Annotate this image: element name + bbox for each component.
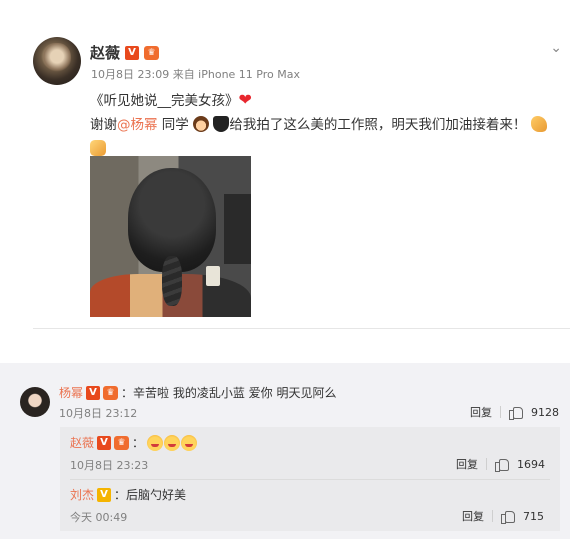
comment-text: ：辛苦啦 我的凌乱小蓝 爱你 明天见阿么 (121, 386, 337, 400)
action-separator (486, 458, 487, 470)
girl-emoji-icon (193, 116, 210, 132)
kiss-face-emoji-icon (164, 434, 181, 451)
comment-user[interactable]: 杨幂 (59, 384, 83, 401)
comment-line: 杨幂 V ♛ ：辛苦啦 我的凌乱小蓝 爱你 明天见阿么 (59, 384, 336, 401)
photo-braid (162, 256, 182, 306)
photo-cup (206, 266, 220, 286)
kiss-face-emoji-icon (147, 434, 164, 451)
graduation-cap-emoji-icon (213, 116, 230, 132)
post-body-text: 给我拍了这么美的工作照，明天我们加油接着来！ (229, 117, 527, 133)
weibo-post: 赵薇 V ♛ ⌄ 10月8日 23:09 来自 iPhone 11 Pro Ma… (0, 0, 570, 330)
kiss-face-emoji-icon (181, 434, 198, 451)
author-name[interactable]: 赵薇 (90, 42, 120, 63)
like-icon[interactable] (501, 510, 515, 524)
flexed-arm-emoji-icon (530, 116, 547, 132)
reply-button[interactable]: 回复 (456, 456, 478, 472)
like-count: 1694 (517, 457, 545, 471)
reply-line: 赵薇 V ♛ ： (70, 434, 198, 451)
verified-badge-icon: V (97, 487, 112, 502)
author-row: 赵薇 V ♛ (90, 42, 160, 63)
reply-line: 刘杰 V ：后脑勺好美 (70, 486, 186, 503)
reply-user[interactable]: 赵薇 (70, 434, 94, 451)
commenter-avatar[interactable] (20, 387, 50, 417)
verified-badge-icon: V (97, 435, 112, 450)
action-separator (492, 510, 493, 522)
reply-user[interactable]: 刘杰 (70, 486, 94, 503)
photo-monitor (224, 194, 251, 264)
member-crown-icon: ♛ (114, 435, 130, 450)
like-icon[interactable] (509, 406, 523, 420)
comment-time: 10月8日 23:12 (59, 407, 138, 420)
verified-badge-icon: V (86, 385, 101, 400)
reply-button[interactable]: 回复 (470, 404, 492, 420)
like-count: 9128 (531, 405, 559, 419)
mention-link[interactable]: @杨幂 (117, 117, 158, 133)
post-title: 《听见她说__完美女孩》 (90, 93, 239, 109)
comment-actions: 回复 9128 (470, 404, 559, 420)
verified-badge-icon: V (125, 45, 140, 60)
post-line-2: 谢谢@杨幂 同学 给我拍了这么美的工作照，明天我们加油接着来！ (90, 113, 560, 161)
reply-time: 10月8日 23:23 (70, 459, 149, 472)
post-classmate-text: 同学 (157, 117, 189, 133)
chevron-down-icon[interactable]: ⌄ (550, 40, 562, 56)
post-photo[interactable] (90, 156, 251, 317)
post-meta: 10月8日 23:09 来自 iPhone 11 Pro Max (91, 68, 300, 81)
like-icon[interactable] (495, 458, 509, 472)
reply-divider (70, 479, 550, 480)
member-crown-icon: ♛ (103, 385, 119, 400)
reply-actions: 回复 1694 (456, 456, 545, 472)
like-count: 715 (523, 509, 544, 523)
heart-icon: ❤ (238, 90, 252, 109)
reply-text: ：后脑勺好美 (114, 488, 187, 502)
thumbs-up-emoji-icon (90, 140, 106, 156)
post-divider (33, 328, 570, 329)
member-crown-icon: ♛ (144, 45, 160, 60)
reply-text: ： (132, 436, 145, 450)
author-avatar[interactable] (33, 37, 81, 85)
reply-actions: 回复 715 (462, 508, 544, 524)
reply-button[interactable]: 回复 (462, 508, 484, 524)
action-separator (500, 406, 501, 418)
reply-time: 今天 00:49 (70, 511, 128, 524)
post-thanks-text: 谢谢 (90, 117, 117, 133)
post-line-1: 《听见她说__完美女孩》❤ (90, 88, 560, 113)
